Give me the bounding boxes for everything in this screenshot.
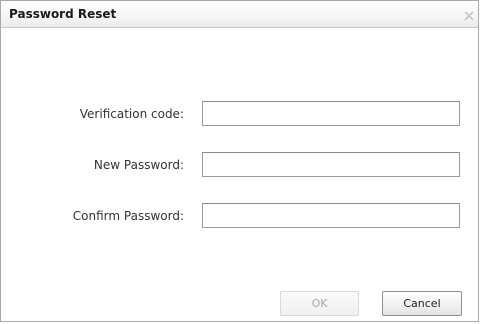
ok-button[interactable]: OK xyxy=(280,291,359,316)
close-icon[interactable] xyxy=(463,7,475,21)
verification-code-label: Verification code: xyxy=(79,107,184,121)
dialog-title: Password Reset xyxy=(9,7,117,21)
confirm-password-input[interactable] xyxy=(202,203,460,228)
new-password-input[interactable] xyxy=(202,152,460,177)
dialog-titlebar[interactable]: Password Reset xyxy=(1,1,478,28)
confirm-password-label: Confirm Password: xyxy=(72,209,184,223)
password-reset-dialog: Password Reset Verification code: New Pa… xyxy=(0,0,479,322)
verification-code-input[interactable] xyxy=(202,101,460,126)
cancel-button[interactable]: Cancel xyxy=(382,291,462,316)
new-password-label: New Password: xyxy=(93,158,184,172)
